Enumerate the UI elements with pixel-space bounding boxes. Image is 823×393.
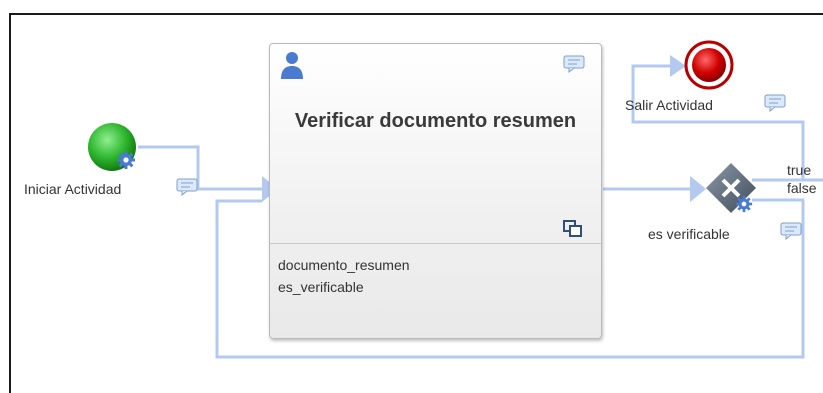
task-variable: documento_resumen	[278, 257, 410, 273]
task-variables: documento_resumen es_verificable	[278, 254, 410, 298]
comment-icon[interactable]	[764, 94, 786, 112]
flow-true-label: true	[787, 162, 812, 178]
task-separator	[270, 243, 601, 244]
gear-icon	[117, 151, 135, 169]
comment-icon[interactable]	[563, 55, 585, 73]
diagram-canvas: Iniciar Actividad Verificar documento re…	[0, 0, 823, 393]
end-event-label: Salir Actividad	[625, 97, 713, 113]
comment-icon[interactable]	[176, 178, 198, 196]
start-event-label: Iniciar Actividad	[24, 181, 122, 197]
task-box[interactable]: Verificar documento resumen documento_re…	[269, 43, 602, 339]
comment-icon[interactable]	[780, 222, 802, 240]
user-icon	[281, 52, 303, 79]
subprocess-icon[interactable]	[563, 220, 583, 238]
flow-start-to-task	[138, 145, 262, 191]
gateway-label: es verificable	[648, 226, 730, 242]
task-variable: es_verificable	[278, 279, 364, 295]
end-event[interactable]	[683, 39, 735, 91]
flow-false-label: false	[787, 180, 817, 196]
task-title: Verificar documento resumen	[294, 110, 577, 132]
gear-icon	[735, 195, 753, 213]
